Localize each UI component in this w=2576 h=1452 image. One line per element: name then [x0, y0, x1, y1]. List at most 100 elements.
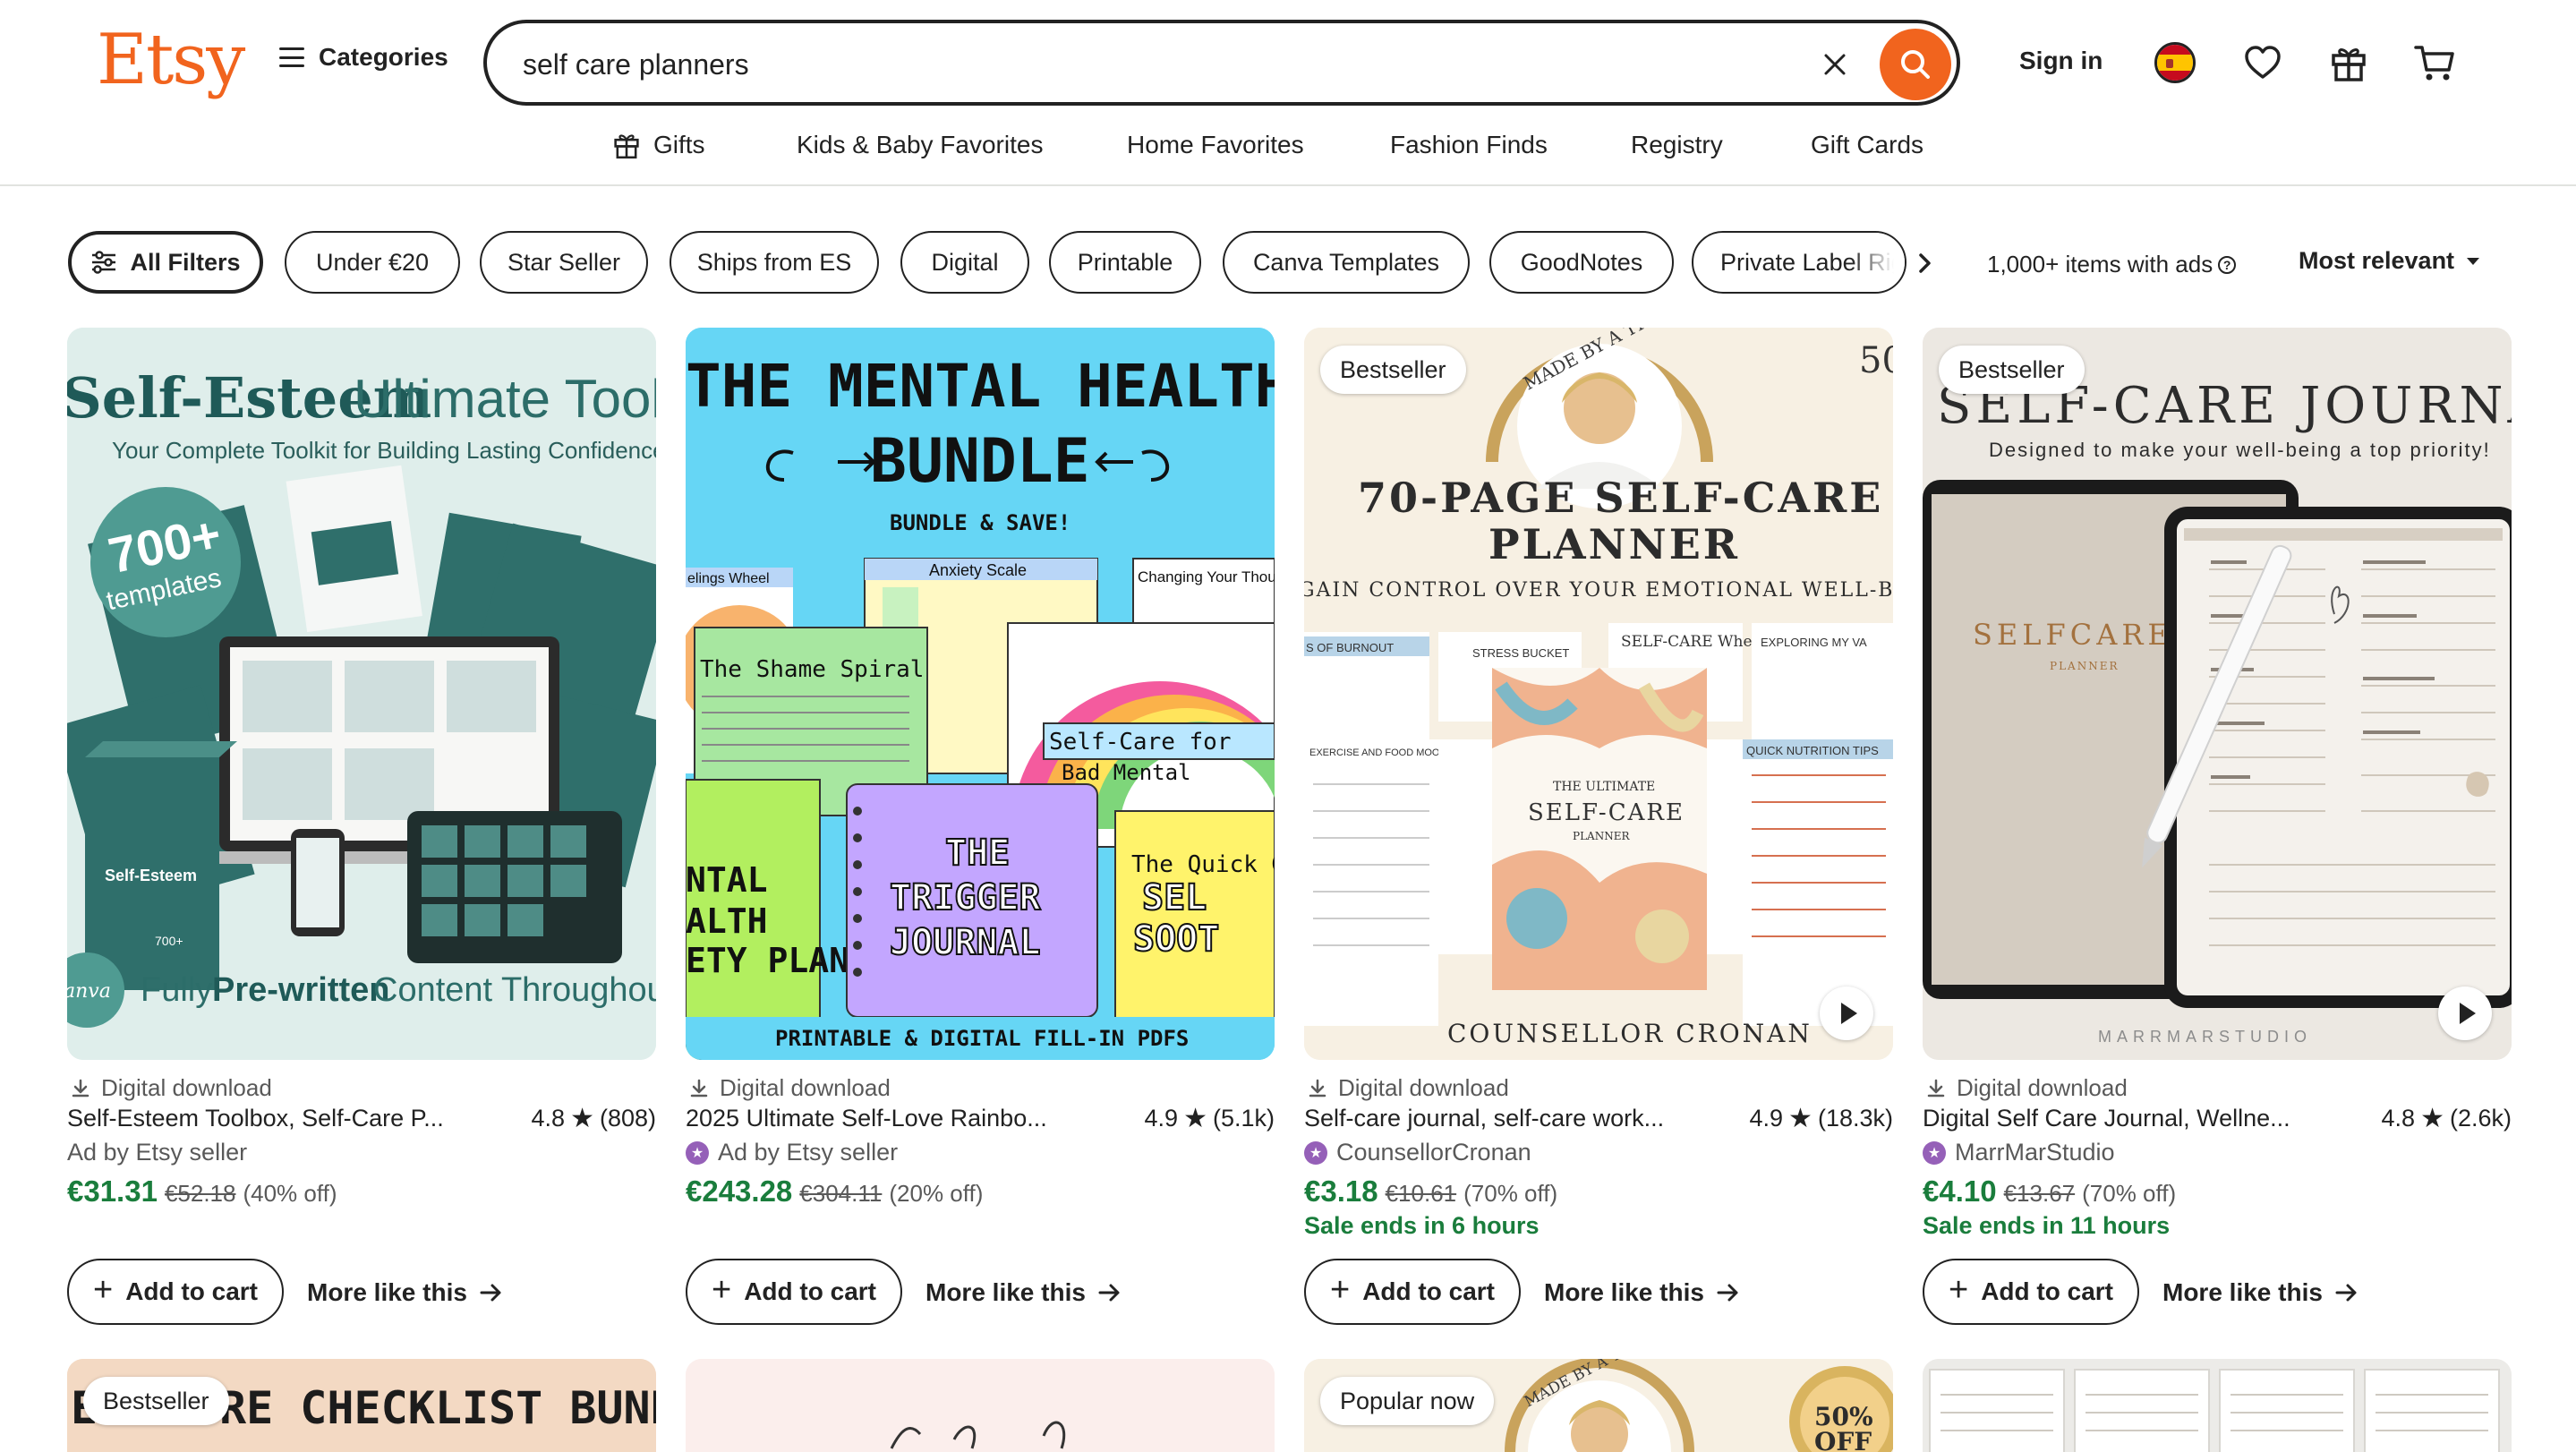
svg-text:Your Complete Toolkit for Buil: Your Complete Toolkit for Building Lasti…	[112, 437, 656, 464]
clear-search-button[interactable]	[1812, 41, 1858, 88]
seller-link[interactable]: ★ MarrMarStudio	[1923, 1139, 2115, 1166]
rating-value: 4.9	[1144, 1105, 1179, 1132]
digital-download-label: Digital download	[1308, 1074, 1509, 1102]
listing-title[interactable]: Self-care journal, self-care work...	[1304, 1105, 1716, 1132]
play-video-button[interactable]	[1820, 987, 1873, 1040]
more-like-this-link[interactable]: More like this	[307, 1278, 503, 1307]
search-submit-button[interactable]	[1880, 29, 1951, 100]
search-bar	[483, 20, 1960, 106]
svg-text:50: 50	[1859, 340, 1893, 381]
more-like-this-link[interactable]: More like this	[925, 1278, 1122, 1307]
filter-chip-canva-templates[interactable]: Canva Templates	[1223, 231, 1470, 294]
download-text: Digital download	[720, 1074, 891, 1101]
sale-price: €243.28	[686, 1174, 793, 1208]
listing-image[interactable]: Bestseller SELF-CARE JOURNAL Designed to…	[1923, 328, 2512, 1060]
search-input[interactable]	[523, 41, 1776, 88]
svg-text:SEL: SEL	[1142, 877, 1207, 918]
scroll-filters-right-button[interactable]	[1906, 245, 1942, 281]
svg-text:Anxiety Scale: Anxiety Scale	[929, 561, 1027, 579]
nav-kids-baby[interactable]: Kids & Baby Favorites	[797, 131, 1043, 159]
sign-in-link[interactable]: Sign in	[2019, 47, 2103, 75]
site-header: Etsy Categories Sign in Gifts Kids & Bab…	[0, 0, 2576, 186]
all-filters-label: All Filters	[130, 248, 241, 276]
sort-label: Most relevant	[2299, 247, 2455, 274]
favorites-button[interactable]	[2236, 36, 2290, 90]
filter-chip-ships-from-es[interactable]: Ships from ES	[670, 231, 879, 294]
svg-text:700+: 700+	[155, 934, 183, 948]
nav-home[interactable]: Home Favorites	[1127, 131, 1304, 159]
download-text: Digital download	[1338, 1074, 1509, 1101]
svg-text:THE MENTAL HEALTH: THE MENTAL HEALTH	[686, 352, 1275, 421]
discount-percent: (20% off)	[889, 1180, 984, 1207]
add-to-cart-button[interactable]: + Add to cart	[1923, 1259, 2139, 1325]
svg-text:SELF-CARE Wheel: SELF-CARE Wheel	[1621, 633, 1766, 651]
nav-gift-cards[interactable]: Gift Cards	[1811, 131, 1923, 159]
add-to-cart-button[interactable]: + Add to cart	[67, 1259, 284, 1325]
listing-image[interactable]: Self-Esteem Ultimate Toolbox Your Comple…	[67, 328, 656, 1060]
nav-registry[interactable]: Registry	[1631, 131, 1723, 159]
listing-image-partial[interactable]: MADE BY A THERAPIST 50% OFF Popular now	[1304, 1359, 1893, 1452]
star-seller-icon: ★	[686, 1140, 709, 1165]
listing-image-partial[interactable]: E RE CHECKLIST BUNDL Bestseller	[67, 1359, 656, 1452]
listing-image-partial[interactable]	[686, 1359, 1275, 1452]
listing-image[interactable]: Bestseller MADE BY A THERAPIST 50 70-PAG…	[1304, 328, 1893, 1060]
filter-chip-printable[interactable]: Printable	[1049, 231, 1201, 294]
nav-fashion[interactable]: Fashion Finds	[1390, 131, 1548, 159]
price-row: €31.31 €52.18 (40% off)	[67, 1174, 337, 1209]
region-button[interactable]	[2148, 36, 2202, 90]
self-esteem-toolbox-artwork: Self-Esteem Ultimate Toolbox Your Comple…	[67, 328, 656, 1060]
filter-chip-private-label[interactable]: Private Label Rig	[1692, 231, 1906, 294]
original-price: €13.67	[2003, 1180, 2076, 1207]
listing-title[interactable]: Self-Esteem Toolbox, Self-Care P...	[67, 1105, 479, 1132]
listing-image-partial[interactable]	[1923, 1359, 2512, 1452]
svg-text:JOURNAL: JOURNAL	[890, 922, 1041, 963]
filter-sliders-icon	[92, 251, 116, 274]
add-to-cart-button[interactable]: + Add to cart	[686, 1259, 902, 1325]
cart-button[interactable]	[2408, 36, 2461, 90]
svg-text:QUICK NUTRITION TIPS: QUICK NUTRITION TIPS	[1746, 744, 1879, 757]
seller-name: Ad by Etsy seller	[718, 1139, 899, 1166]
filter-chip-under-20[interactable]: Under €20	[285, 231, 460, 294]
download-icon	[690, 1079, 708, 1097]
all-filters-button[interactable]: All Filters	[68, 231, 263, 294]
more-like-this-label: More like this	[307, 1278, 467, 1306]
add-to-cart-label: Add to cart	[1981, 1277, 2113, 1305]
sale-price: €4.10	[1923, 1174, 1997, 1208]
filter-chip-digital[interactable]: Digital	[900, 231, 1029, 294]
svg-text:BUNDLE & SAVE!: BUNDLE & SAVE!	[890, 510, 1070, 535]
listing-title[interactable]: 2025 Ultimate Self-Love Rainbo...	[686, 1105, 1097, 1132]
play-video-button[interactable]	[2438, 987, 2492, 1040]
rating-value: 4.8	[2381, 1105, 2416, 1132]
svg-text:EXERCISE AND FOOD MOOD: EXERCISE AND FOOD MOOD	[1309, 747, 1446, 758]
listing-image[interactable]: THE MENTAL HEALTH BUNDLE BUNDLE & SAVE! …	[686, 328, 1275, 1060]
cart-icon	[2414, 46, 2454, 81]
rating-value: 4.8	[531, 1105, 566, 1132]
star-icon: ★	[2420, 1103, 2444, 1133]
add-to-cart-button[interactable]: + Add to cart	[1304, 1259, 1521, 1325]
heart-icon	[2245, 46, 2281, 79]
svg-text:PRINTABLE & DIGITAL FILL-IN PD: PRINTABLE & DIGITAL FILL-IN PDFS	[775, 1026, 1189, 1051]
svg-text:Self-Care for: Self-Care for	[1049, 729, 1232, 756]
more-like-this-link[interactable]: More like this	[2162, 1278, 2358, 1307]
more-like-this-link[interactable]: More like this	[1544, 1278, 1740, 1307]
nav-gifts[interactable]: Gifts	[612, 131, 705, 159]
svg-text:ETY PLAN: ETY PLAN	[686, 941, 849, 980]
download-icon	[72, 1079, 90, 1097]
sort-dropdown[interactable]: Most relevant	[2299, 247, 2480, 275]
etsy-logo[interactable]: Etsy	[97, 20, 245, 100]
gift-button[interactable]	[2322, 36, 2376, 90]
sale-price: €31.31	[67, 1174, 158, 1208]
help-icon[interactable]: ?	[2218, 255, 2237, 274]
bestseller-badge: Bestseller	[1939, 346, 2085, 394]
filter-chip-star-seller[interactable]: Star Seller	[480, 231, 648, 294]
rating-value: 4.9	[1749, 1105, 1784, 1132]
plus-icon: +	[1330, 1271, 1351, 1309]
add-to-cart-label: Add to cart	[125, 1277, 258, 1305]
listing-title[interactable]: Digital Self Care Journal, Wellne...	[1923, 1105, 2334, 1132]
seller-link[interactable]: ★ CounsellorCronan	[1304, 1139, 1531, 1166]
svg-text:anva: anva	[67, 980, 111, 1003]
filter-chip-goodnotes[interactable]: GoodNotes	[1489, 231, 1674, 294]
categories-button[interactable]: Categories	[279, 43, 448, 72]
more-like-this-label: More like this	[2162, 1278, 2323, 1306]
more-like-this-label: More like this	[925, 1278, 1086, 1306]
